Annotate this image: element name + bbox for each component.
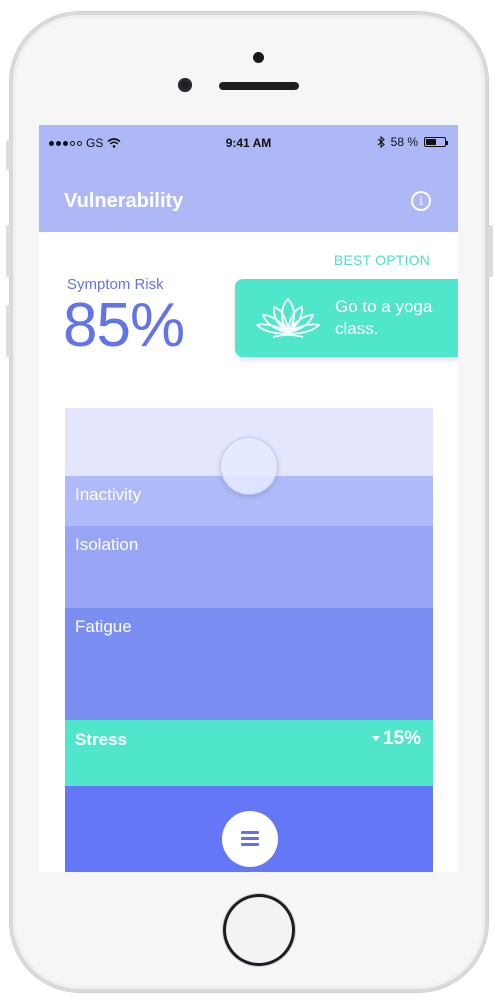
status-bar: GS 9:41 AM 58 % [39,125,458,161]
risk-slider-knob[interactable] [220,437,278,495]
power-button [488,225,493,277]
app-screen: GS 9:41 AM 58 % Vulnerability i BEST OPT… [39,125,458,872]
volume-down-button [6,305,11,357]
status-right: 58 % [377,135,448,149]
factor-fatigue[interactable]: Fatigue [65,608,433,720]
page-title: Vulnerability [64,190,184,212]
earpiece-speaker [219,82,299,90]
bluetooth-icon [377,136,385,148]
factor-label: Fatigue [75,617,132,636]
caret-down-icon [371,735,380,741]
proximity-sensor [178,78,192,92]
info-icon[interactable]: i [411,191,431,211]
lotus-icon [256,298,320,338]
battery-icon [424,137,448,147]
best-option-card[interactable]: Go to a yoga class. [235,279,458,357]
battery-percent: 58 % [390,135,418,149]
factor-label: Inactivity [75,485,142,504]
best-option-text: Go to a yoga class. [335,297,433,338]
menu-button[interactable] [222,811,278,867]
factor-isolation[interactable]: Isolation [65,526,433,608]
header-bar: Vulnerability i [39,161,458,232]
factor-label: Isolation [75,535,139,554]
symptom-risk-value: 85% [63,291,185,360]
battery-fill [426,139,436,145]
stress-change: 15% [371,728,421,750]
factor-label: Stress [75,730,127,749]
volume-up-button [6,225,11,277]
mute-switch [6,140,11,170]
best-option-label: BEST OPTION [333,252,430,268]
factor-stress[interactable]: Stress 15% [65,720,433,786]
front-camera [253,52,264,63]
home-button[interactable] [223,894,295,966]
stress-change-value: 15% [382,728,421,749]
